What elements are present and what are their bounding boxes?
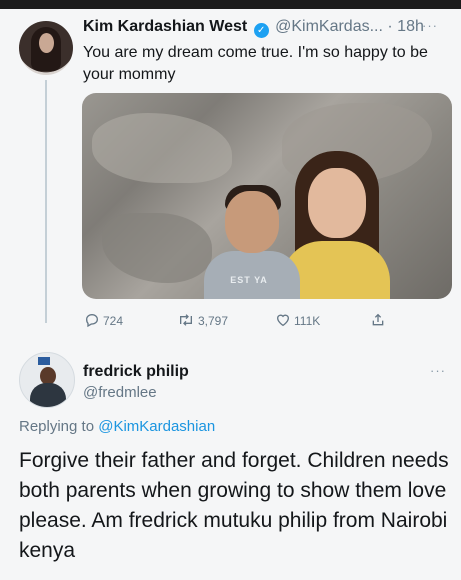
- avatar-flag: [38, 357, 50, 365]
- reply-icon: [84, 312, 100, 331]
- thread-connector-line: [45, 80, 47, 323]
- author-name[interactable]: Kim Kardashian West: [83, 18, 247, 35]
- tweet-text: You are my dream come true. I'm so happy…: [83, 44, 428, 83]
- photo-girl-face: [308, 168, 366, 238]
- reply-author-name[interactable]: fredrick philip: [83, 363, 189, 381]
- photo-shirt-text: EST YA: [230, 275, 268, 285]
- reply-author-handle[interactable]: @fredmlee: [83, 384, 157, 401]
- like-count: 111K: [294, 314, 321, 328]
- replying-to-mention[interactable]: @KimKardashian: [98, 418, 215, 435]
- verified-badge-icon: ✓: [253, 23, 269, 38]
- more-options-icon[interactable]: ···: [422, 18, 438, 33]
- tweet-time[interactable]: 18h: [397, 18, 424, 35]
- photo-rock: [92, 113, 232, 183]
- like-button[interactable]: 111K: [275, 312, 320, 331]
- share-icon: [370, 312, 386, 331]
- replying-prefix: Replying to: [19, 418, 95, 435]
- author-avatar[interactable]: [19, 21, 73, 75]
- reply-more-options-icon[interactable]: ···: [430, 363, 446, 378]
- retweet-count: 3,797: [198, 314, 229, 328]
- reply-button[interactable]: 724: [84, 312, 123, 331]
- replying-to-line: Replying to @KimKardashian: [19, 418, 215, 435]
- top-status-bar: [0, 0, 461, 9]
- reply-author-avatar[interactable]: [19, 352, 75, 408]
- reply-count: 724: [103, 314, 124, 328]
- photo-boy-face: [225, 191, 279, 253]
- retweet-icon: [177, 312, 195, 331]
- author-handle[interactable]: @KimKardas...: [275, 18, 383, 35]
- reply-text: Forgive their father and forget. Childre…: [19, 449, 449, 562]
- photo-rock: [102, 213, 212, 283]
- retweet-button[interactable]: 3,797: [177, 312, 228, 331]
- tweet-photo[interactable]: EST YA: [82, 93, 452, 299]
- avatar-face: [39, 33, 54, 53]
- avatar-body: [30, 383, 66, 407]
- share-button[interactable]: [370, 312, 389, 331]
- heart-icon: [275, 312, 291, 331]
- separator-dot: ·: [387, 18, 393, 35]
- tweet-header: Kim Kardashian West ✓ @KimKardas... · 18…: [83, 18, 424, 38]
